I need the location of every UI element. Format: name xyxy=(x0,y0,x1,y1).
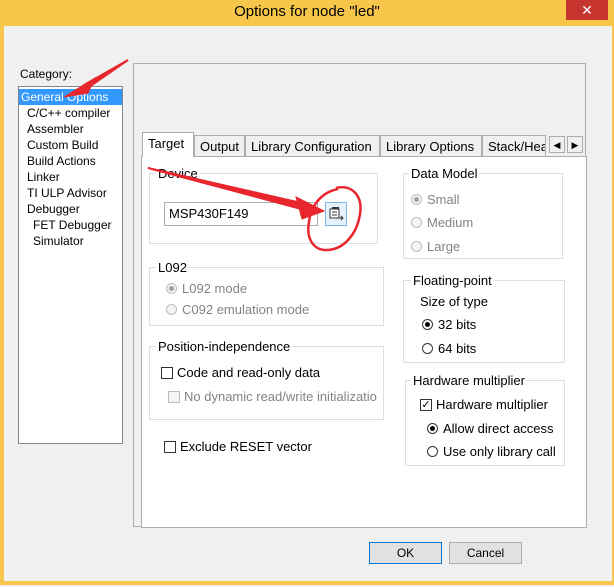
window-title: Options for node "led" xyxy=(234,3,380,20)
tab-library-configuration[interactable]: Library Configuration xyxy=(245,135,380,156)
l092-mode-label: L092 mode xyxy=(182,281,248,296)
data-model-medium-label: Medium xyxy=(427,215,474,230)
hardware-multiplier-group-title: Hardware multiplier xyxy=(411,373,527,388)
category-item-simulator[interactable]: Simulator xyxy=(19,233,136,249)
exclude-reset-label: Exclude RESET vector xyxy=(180,439,312,454)
device-group-title: Device xyxy=(156,166,200,181)
category-item-assembler[interactable]: Assembler xyxy=(19,121,130,137)
tab-target[interactable]: Target xyxy=(142,132,194,157)
use-library-call-radio[interactable] xyxy=(427,446,438,457)
category-item-ulp-advisor[interactable]: TI ULP Advisor xyxy=(19,185,130,201)
size-of-type-label: Size of type xyxy=(420,294,488,309)
title-bar: Options for node "led" ✕ xyxy=(0,0,614,26)
category-list[interactable]: General Options C/C++ compiler Assembler… xyxy=(18,86,123,444)
tab-stack-heap[interactable]: Stack/Hea xyxy=(482,135,546,156)
data-model-large-label: Large xyxy=(427,239,461,254)
code-readonly-label: Code and read-only data xyxy=(177,365,321,380)
cancel-button[interactable]: Cancel xyxy=(449,542,522,564)
l092-group xyxy=(149,267,384,326)
tab-output[interactable]: Output xyxy=(194,135,245,156)
category-item-debugger[interactable]: Debugger xyxy=(19,201,130,217)
data-model-small-radio[interactable] xyxy=(411,194,422,205)
data-model-large-radio[interactable] xyxy=(411,241,422,252)
hardware-multiplier-label: Hardware multiplier xyxy=(436,397,548,412)
tab-scroll-right-button[interactable]: ▶ xyxy=(567,136,583,153)
category-item-fet-debugger[interactable]: FET Debugger xyxy=(19,217,136,233)
ok-button[interactable]: OK xyxy=(369,542,442,564)
device-select-button[interactable] xyxy=(325,202,347,226)
device-browse-icon xyxy=(329,207,344,221)
no-dynamic-init-checkbox[interactable] xyxy=(168,391,180,403)
allow-direct-access-label: Allow direct access xyxy=(443,421,554,436)
allow-direct-access-radio[interactable] xyxy=(427,423,438,434)
floating-point-group-title: Floating-point xyxy=(411,273,494,288)
category-item-c-compiler[interactable]: C/C++ compiler xyxy=(19,105,130,121)
l092-mode-radio[interactable] xyxy=(166,283,177,294)
position-independence-group xyxy=(149,346,384,420)
float-32-bits-radio[interactable] xyxy=(422,319,433,330)
float-64-bits-radio[interactable] xyxy=(422,343,433,354)
close-button[interactable]: ✕ xyxy=(566,0,608,20)
category-item-general-options[interactable]: General Options xyxy=(19,89,122,105)
category-item-build-actions[interactable]: Build Actions xyxy=(19,153,130,169)
category-label: Category: xyxy=(20,67,73,81)
tab-scroll-left-button[interactable]: ◀ xyxy=(549,136,565,153)
data-model-small-label: Small xyxy=(427,192,460,207)
use-library-call-label: Use only library call xyxy=(443,444,556,459)
position-independence-group-title: Position-independence xyxy=(156,339,293,354)
c092-emulation-radio[interactable] xyxy=(166,304,177,315)
float-64-bits-label: 64 bits xyxy=(438,341,477,356)
data-model-medium-radio[interactable] xyxy=(411,217,422,228)
category-item-custom-build[interactable]: Custom Build xyxy=(19,137,130,153)
float-32-bits-label: 32 bits xyxy=(438,317,477,332)
no-dynamic-init-label: No dynamic read/write initializatio xyxy=(184,389,377,404)
data-model-group-title: Data Model xyxy=(409,166,480,181)
category-item-linker[interactable]: Linker xyxy=(19,169,130,185)
exclude-reset-checkbox[interactable] xyxy=(164,441,176,453)
l092-group-title: L092 xyxy=(156,260,189,275)
c092-emulation-label: C092 emulation mode xyxy=(182,302,310,317)
tab-library-options[interactable]: Library Options xyxy=(380,135,482,156)
device-input[interactable]: MSP430F149 xyxy=(164,202,318,226)
code-readonly-checkbox[interactable] xyxy=(161,367,173,379)
hardware-multiplier-checkbox[interactable]: ✓ xyxy=(420,399,432,411)
